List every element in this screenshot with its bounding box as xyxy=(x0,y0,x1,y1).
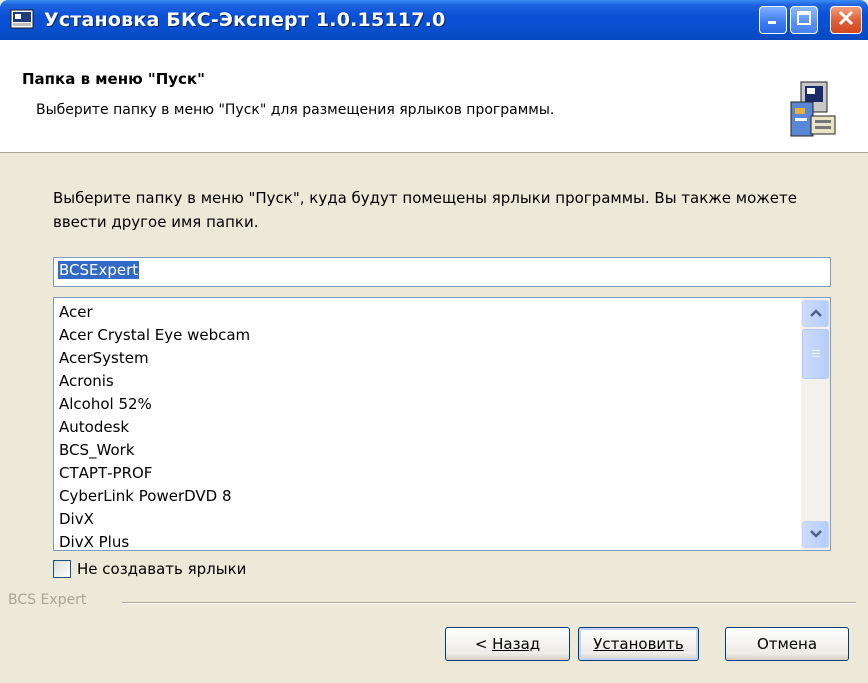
install-button[interactable]: Установить xyxy=(578,627,699,661)
brand-label: BCS Expert xyxy=(8,592,87,608)
window-title: Установка БКС-Эксперт 1.0.15117.0 xyxy=(44,9,446,31)
back-button[interactable]: < Назад xyxy=(445,627,570,661)
install-button-label: Установить xyxy=(593,635,684,653)
scroll-up-button[interactable] xyxy=(802,300,829,327)
list-item[interactable]: СТАРТ-PROF xyxy=(59,462,250,485)
computer-install-icon xyxy=(787,78,839,140)
list-item[interactable]: Acronis xyxy=(59,370,250,393)
list-item[interactable]: Acer Crystal Eye webcam xyxy=(59,324,250,347)
list-item[interactable]: Acer xyxy=(59,301,250,324)
page-subtitle: Выберите папку в меню "Пуск" для размеще… xyxy=(36,102,555,118)
vertical-scrollbar[interactable] xyxy=(801,298,830,550)
brand-divider xyxy=(122,602,856,604)
scroll-down-button[interactable] xyxy=(802,521,829,548)
cancel-button-label: Отмена xyxy=(756,635,818,653)
minimize-icon xyxy=(766,11,780,29)
folder-input-value: BCSExpert xyxy=(58,261,140,279)
installer-icon xyxy=(10,9,34,29)
minimize-button[interactable] xyxy=(759,6,787,34)
folder-list: Acer Acer Crystal Eye webcam AcerSystem … xyxy=(59,301,250,550)
list-item[interactable]: DivX xyxy=(59,508,250,531)
maximize-icon xyxy=(796,10,812,30)
scrollbar-thumb[interactable] xyxy=(802,329,829,379)
cancel-button[interactable]: Отмена xyxy=(725,627,849,661)
installer-window: Установка БКС-Эксперт 1.0.15117.0 Папка … xyxy=(0,0,868,683)
list-item[interactable]: AcerSystem xyxy=(59,347,250,370)
grip-icon xyxy=(811,346,821,363)
list-item[interactable]: Autodesk xyxy=(59,416,250,439)
chevron-down-icon xyxy=(809,526,822,543)
chevron-up-icon xyxy=(809,305,822,322)
start-menu-folder-input[interactable]: BCSExpert xyxy=(53,257,831,287)
back-button-prefix: < xyxy=(474,635,493,653)
title-bar[interactable]: Установка БКС-Эксперт 1.0.15117.0 xyxy=(0,0,868,40)
back-button-label: Назад xyxy=(492,635,541,653)
instruction-text: Выберите папку в меню "Пуск", куда будут… xyxy=(53,189,798,231)
folder-listbox[interactable]: Acer Acer Crystal Eye webcam AcerSystem … xyxy=(53,297,831,551)
list-item[interactable]: Alcohol 52% xyxy=(59,393,250,416)
list-item[interactable]: CyberLink PowerDVD 8 xyxy=(59,485,250,508)
close-button[interactable] xyxy=(830,6,862,34)
wizard-header: Папка в меню "Пуск" Выберите папку в мен… xyxy=(0,40,868,153)
no-shortcuts-row[interactable]: Не создавать ярлыки xyxy=(53,558,246,580)
no-shortcuts-label: Не создавать ярлыки xyxy=(77,560,247,578)
close-icon xyxy=(837,9,855,31)
list-item[interactable]: BCS_Work xyxy=(59,439,250,462)
maximize-button[interactable] xyxy=(790,6,818,34)
list-item[interactable]: DivX Plus xyxy=(59,531,250,550)
page-title: Папка в меню "Пуск" xyxy=(22,70,205,88)
no-shortcuts-checkbox[interactable] xyxy=(53,560,71,578)
